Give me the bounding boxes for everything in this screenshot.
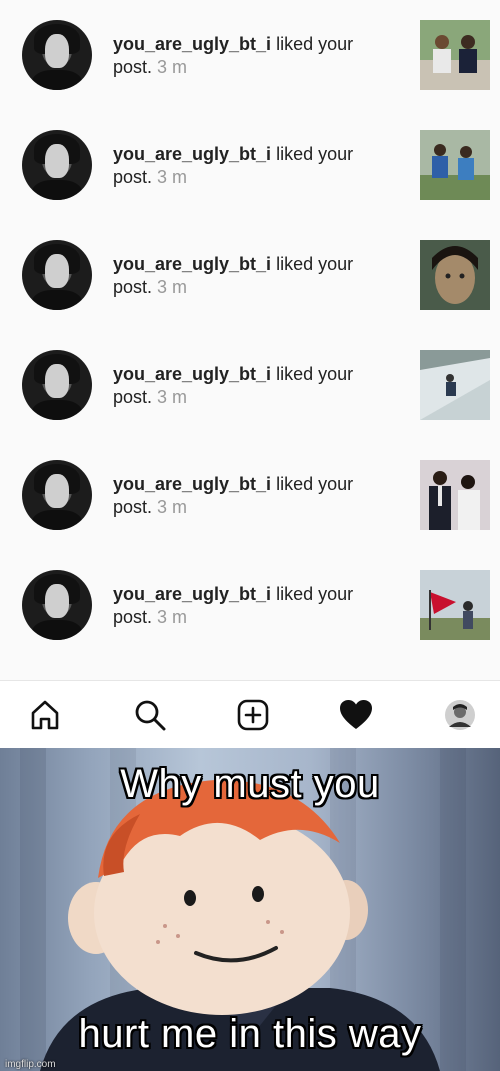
notification-username[interactable]: you_are_ugly_bt_i (113, 254, 271, 274)
notification-text: you_are_ugly_bt_i liked your post. 3 m (113, 253, 383, 299)
user-avatar[interactable] (22, 130, 92, 200)
post-thumbnail[interactable] (420, 460, 490, 530)
notification-text: you_are_ugly_bt_i liked your post. 3 m (113, 33, 383, 79)
notification-action: liked your (276, 584, 354, 604)
post-thumbnail[interactable] (420, 570, 490, 640)
notification-text: you_are_ugly_bt_i liked your post. 3 m (113, 143, 383, 189)
user-avatar[interactable] (22, 570, 92, 640)
notification-object: post. (113, 497, 153, 517)
notification-time: 3 m (157, 167, 188, 187)
notification-username[interactable]: you_are_ugly_bt_i (113, 34, 271, 54)
notification-action: liked your (276, 474, 354, 494)
post-thumbnail[interactable] (420, 240, 490, 310)
watermark: imgflip.com (5, 1059, 56, 1070)
notification-time: 3 m (157, 607, 188, 627)
post-thumbnail[interactable] (420, 130, 490, 200)
notification-row[interactable]: you_are_ugly_bt_i liked your post. 3 m (0, 440, 500, 550)
meme-bottom-caption: hurt me in this way (78, 1012, 422, 1056)
home-icon[interactable] (27, 697, 63, 733)
notification-object: post. (113, 57, 153, 77)
notification-text: you_are_ugly_bt_i liked your post. 3 m (113, 583, 383, 629)
post-thumbnail[interactable] (420, 20, 490, 90)
search-icon[interactable] (132, 697, 168, 733)
user-avatar[interactable] (22, 20, 92, 90)
notification-row[interactable]: you_are_ugly_bt_i liked your post. 3 m (0, 220, 500, 330)
notification-time: 3 m (157, 277, 188, 297)
notification-row[interactable]: you_are_ugly_bt_i liked your post. 3 m (0, 110, 500, 220)
notification-row[interactable]: you_are_ugly_bt_i liked your post. 3 m (0, 0, 500, 110)
notification-text: you_are_ugly_bt_i liked your post. 3 m (113, 473, 383, 519)
post-thumbnail[interactable] (420, 350, 490, 420)
notification-time: 3 m (157, 497, 188, 517)
notification-action: liked your (276, 144, 354, 164)
meme-top-caption: Why must you (120, 762, 380, 806)
notification-action: liked your (276, 364, 354, 384)
meme-image: Why must you hurt me in this way (0, 748, 500, 1071)
notification-object: post. (113, 607, 153, 627)
notification-text: you_are_ugly_bt_i liked your post. 3 m (113, 363, 383, 409)
notification-time: 3 m (157, 387, 188, 407)
profile-avatar[interactable] (442, 697, 478, 733)
notification-action: liked your (276, 254, 354, 274)
notification-username[interactable]: you_are_ugly_bt_i (113, 474, 271, 494)
notification-row[interactable]: you_are_ugly_bt_i liked your post. 3 m (0, 550, 500, 660)
user-avatar[interactable] (22, 460, 92, 530)
notification-username[interactable]: you_are_ugly_bt_i (113, 364, 271, 384)
notification-object: post. (113, 387, 153, 407)
notification-object: post. (113, 277, 153, 297)
notification-row[interactable]: you_are_ugly_bt_i liked your post. 3 m (0, 330, 500, 440)
heart-icon[interactable] (338, 697, 374, 733)
notification-username[interactable]: you_are_ugly_bt_i (113, 584, 271, 604)
activity-feed: you_are_ugly_bt_i liked your post. 3 m y… (0, 0, 500, 680)
user-avatar[interactable] (22, 350, 92, 420)
notification-action: liked your (276, 34, 354, 54)
add-post-icon[interactable] (235, 697, 271, 733)
notification-object: post. (113, 167, 153, 187)
user-avatar[interactable] (22, 240, 92, 310)
notification-time: 3 m (157, 57, 188, 77)
bottom-nav-bar (0, 680, 500, 748)
notification-username[interactable]: you_are_ugly_bt_i (113, 144, 271, 164)
